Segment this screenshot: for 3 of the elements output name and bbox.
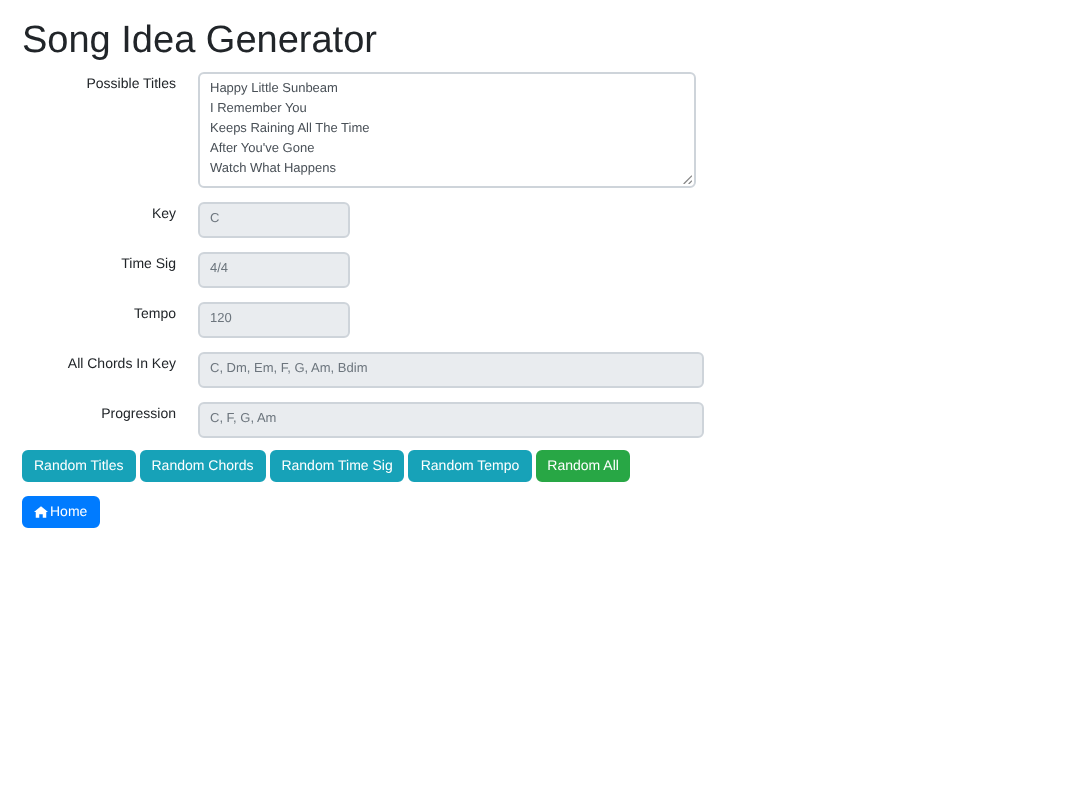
resize-grip-icon[interactable] — [682, 174, 692, 184]
home-icon — [34, 506, 48, 518]
page-title: Song Idea Generator — [22, 20, 379, 64]
